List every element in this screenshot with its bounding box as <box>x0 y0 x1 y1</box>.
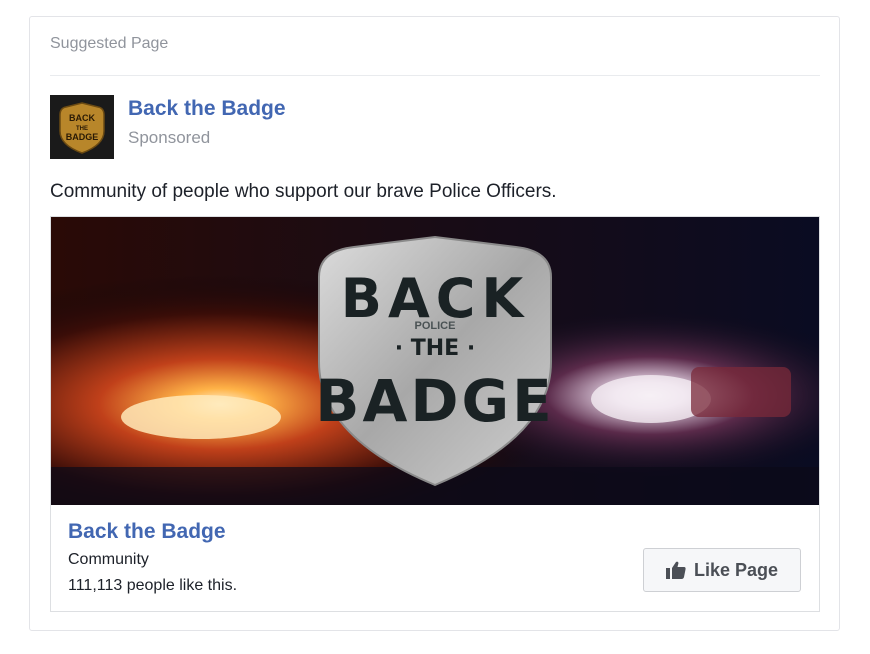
badge-logo-icon: BACK THE BADGE <box>59 102 105 154</box>
banner-text-bottom: BADGE <box>315 367 554 435</box>
banner-text-middle: · THE · <box>395 336 475 361</box>
post-text: Community of people who support our brav… <box>50 181 557 202</box>
ad-category: Community <box>68 551 149 568</box>
avatar-line3: BADGE <box>66 132 99 142</box>
thumbs-up-icon <box>665 561 686 579</box>
suggested-page-label: Suggested Page <box>50 35 169 52</box>
ad-likes-count: 111,113 people like this. <box>68 577 238 594</box>
page-name-link[interactable]: Back the Badge <box>128 97 286 121</box>
suggested-page-card: Suggested Page BACK THE BADGE Back the B… <box>29 16 840 631</box>
ad-attachment[interactable]: BACK POLICE · THE · BADGE Back the Badge… <box>50 216 820 612</box>
ad-banner-image[interactable]: BACK POLICE · THE · BADGE <box>51 217 819 505</box>
like-page-button[interactable]: Like Page <box>643 548 801 592</box>
header-divider <box>50 75 820 76</box>
like-page-button-label: Like Page <box>693 559 779 580</box>
avatar-line1: BACK <box>69 113 95 123</box>
page-avatar[interactable]: BACK THE BADGE <box>50 95 114 159</box>
banner-text-small: POLICE <box>415 320 456 332</box>
sponsored-label: Sponsored <box>128 128 211 147</box>
ad-title-link[interactable]: Back the Badge <box>68 520 226 544</box>
